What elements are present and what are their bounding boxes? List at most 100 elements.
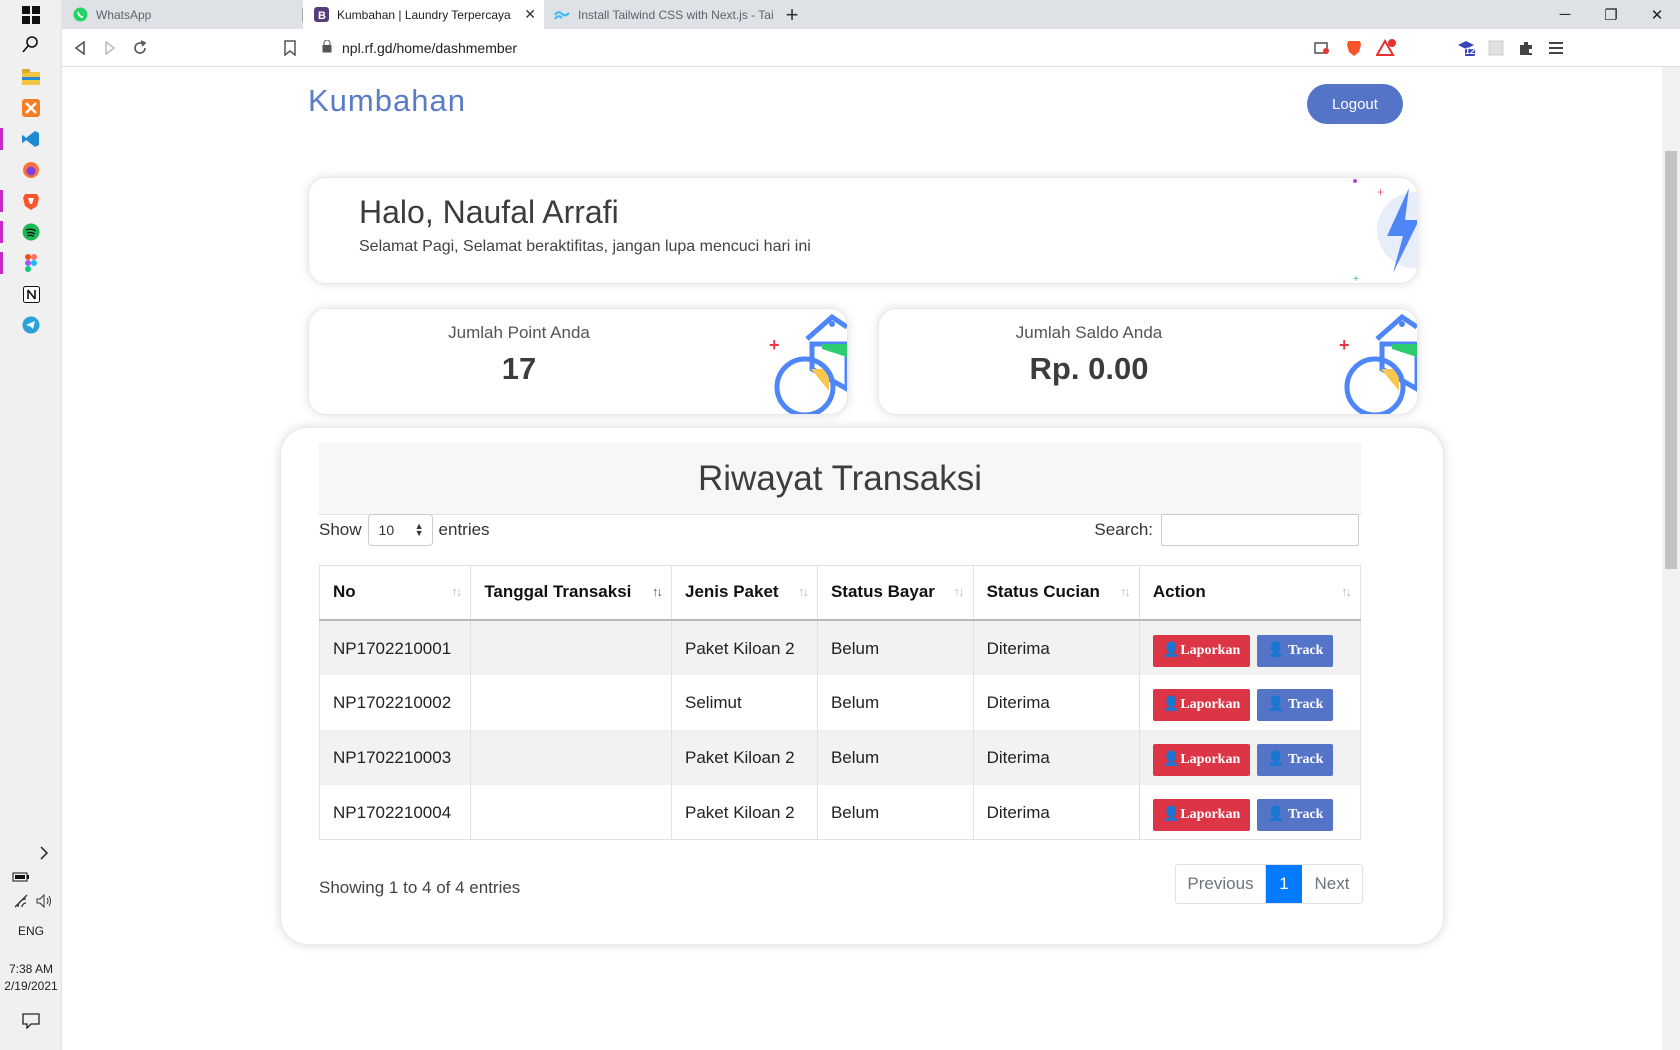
points-value: 17 — [501, 351, 537, 386]
cell-paket: Paket Kiloan 2 — [671, 619, 818, 675]
new-tab-button[interactable]: + — [778, 0, 806, 29]
user-icon: 👤 — [1267, 807, 1288, 822]
firefox-icon[interactable] — [20, 159, 42, 181]
search-icon[interactable] — [20, 33, 42, 55]
clock-date[interactable]: 2/19/2021 — [0, 979, 62, 993]
battery-icon[interactable] — [10, 866, 32, 888]
minimize-button[interactable]: ─ — [1542, 0, 1588, 29]
language-indicator[interactable]: ENG — [0, 924, 62, 938]
tab-title: Kumbahan | Laundry Terpercaya — [337, 7, 511, 22]
column-header-no[interactable]: No ↑↓ — [318, 565, 472, 621]
laporkan-button[interactable]: 👤 Laporkan — [1152, 798, 1251, 831]
column-header-cucian[interactable]: Status Cucian ↑↓ — [972, 565, 1140, 621]
sort-icon: ↑↓ — [652, 584, 663, 599]
bicycle-illustration-icon: + — [1339, 313, 1417, 414]
brave-shields-icon[interactable] — [1344, 38, 1364, 58]
svg-text:+: + — [769, 335, 780, 355]
menu-icon[interactable] — [1546, 38, 1566, 58]
transaction-history-card: Riwayat Transaksi Show 10 ▲ ▼ entries Sea… — [280, 427, 1444, 945]
extension-badge: 12 — [1465, 46, 1476, 56]
column-header-tanggal[interactable]: Tanggal Transaksi ↑↓ — [470, 565, 672, 621]
pagination-next[interactable]: Next — [1302, 865, 1362, 903]
bookmark-icon[interactable] — [280, 38, 300, 58]
track-button[interactable]: 👤 Track — [1257, 743, 1334, 776]
pagination-previous[interactable]: Previous — [1176, 865, 1266, 903]
clock-time[interactable]: 7:38 AM — [0, 962, 62, 976]
file-explorer-icon[interactable] — [20, 66, 42, 88]
tab-whatsapp[interactable]: WhatsApp — [62, 0, 302, 29]
telegram-icon[interactable] — [20, 314, 42, 336]
table-row: NP1702210003 Paket Kiloan 2 Belum Diteri… — [318, 729, 1362, 785]
sort-icon: ↑↓ — [797, 584, 809, 599]
sort-icon: ↑↓ — [953, 584, 965, 599]
reload-button[interactable] — [130, 38, 150, 58]
table-row: NP1702210002 Selimut Belum Diterima 👤 Lap… — [318, 674, 1362, 730]
brave-icon[interactable] — [20, 190, 42, 212]
column-header-paket[interactable]: Jenis Paket ↑↓ — [671, 565, 818, 621]
sort-icon: ↑↓ — [1341, 584, 1352, 599]
spotify-icon[interactable] — [20, 221, 42, 243]
show-label: Show — [319, 520, 362, 539]
column-header-bayar[interactable]: Status Bayar ↑↓ — [816, 565, 974, 621]
page-length-value: 10 — [378, 522, 395, 538]
track-button[interactable]: 👤 Track — [1257, 634, 1334, 667]
cell-tanggal — [470, 729, 672, 785]
figma-icon[interactable] — [20, 252, 42, 274]
notification-icon[interactable] — [20, 1010, 42, 1032]
close-tab-icon[interactable]: ✕ — [524, 6, 536, 23]
cell-action: 👤 Laporkan 👤 Track — [1138, 619, 1362, 675]
volume-icon[interactable] — [34, 890, 56, 912]
tab-kumbahan[interactable]: B Kumbahan | Laundry Terpercaya ✕ — [303, 0, 544, 29]
track-button[interactable]: 👤 Track — [1257, 798, 1334, 831]
laporkan-button[interactable]: 👤 Laporkan — [1152, 634, 1251, 667]
chevron-right-icon[interactable] — [33, 842, 55, 864]
user-icon: 👤 — [1162, 643, 1181, 658]
wifi-icon[interactable] — [10, 890, 32, 912]
sort-icon: ↑↓ — [1119, 584, 1131, 599]
logout-button[interactable]: Logout — [1307, 84, 1403, 124]
table-row: NP1702210001 Paket Kiloan 2 Belum Diteri… — [318, 619, 1362, 675]
table-header-row: No ↑↓ Tanggal Transaksi ↑↓ Jenis Paket ↑↓ S… — [318, 565, 1362, 621]
forward-button[interactable] — [100, 38, 120, 58]
tracker-icon[interactable] — [1312, 38, 1332, 58]
page-length-select[interactable]: 10 ▲ ▼ — [367, 514, 433, 546]
windows-start-icon[interactable] — [20, 4, 42, 26]
laporkan-button[interactable]: 👤 Laporkan — [1152, 688, 1251, 721]
notion-icon[interactable] — [20, 283, 42, 305]
svg-text:B: B — [318, 10, 326, 22]
extensions-puzzle-icon[interactable] — [1516, 38, 1536, 58]
cell-tanggal — [470, 619, 672, 675]
transaction-table: No ↑↓ Tanggal Transaksi ↑↓ Jenis Paket ↑↓ S… — [318, 565, 1362, 840]
search-input[interactable] — [1161, 514, 1359, 546]
extension-grey-icon[interactable] — [1486, 38, 1506, 58]
cell-action: 👤 Laporkan 👤 Track — [1138, 784, 1362, 840]
maximize-button[interactable]: ❐ — [1588, 0, 1634, 29]
track-button[interactable]: 👤 Track — [1257, 688, 1334, 721]
cell-tanggal — [470, 674, 672, 730]
select-arrows-icon: ▲ ▼ — [414, 521, 424, 538]
tailwind-icon — [554, 7, 570, 23]
user-icon: 👤 — [1267, 752, 1288, 767]
tab-tailwind[interactable]: Install Tailwind CSS with Next.js - Tail… — [544, 0, 774, 29]
xampp-icon[interactable] — [20, 97, 42, 119]
column-header-action[interactable]: Action ↑↓ — [1138, 565, 1362, 621]
cell-no: NP1702210004 — [318, 784, 472, 840]
saldo-value: Rp. 0.00 — [1029, 351, 1149, 386]
table-title: Riwayat Transaksi — [319, 443, 1361, 515]
laporkan-button[interactable]: 👤 Laporkan — [1152, 743, 1251, 776]
browser-toolbar: npl.rf.gd/home/dashmember 1 12 — [62, 29, 1680, 67]
page-length-control: Show 10 ▲ ▼ entries — [319, 514, 490, 546]
window-close-button[interactable]: ✕ — [1634, 0, 1680, 29]
table-row: NP1702210004 Paket Kiloan 2 Belum Diteri… — [318, 784, 1362, 840]
scrollbar-thumb[interactable] — [1665, 151, 1677, 569]
brave-rewards-icon[interactable] — [1376, 38, 1396, 58]
vscode-icon[interactable] — [20, 128, 42, 150]
windows-taskbar: ENG 7:38 AM 2/19/2021 — [0, 0, 62, 1050]
page-scrollbar[interactable] — [1662, 67, 1680, 1050]
pagination-page-1[interactable]: 1 — [1266, 865, 1302, 903]
cell-no: NP1702210001 — [318, 619, 472, 675]
brand-logo-text[interactable]: Kumbahan — [308, 83, 466, 119]
address-bar[interactable]: npl.rf.gd/home/dashmember — [322, 33, 1472, 63]
bootstrap-icon: B — [313, 7, 329, 23]
back-button[interactable] — [70, 38, 90, 58]
